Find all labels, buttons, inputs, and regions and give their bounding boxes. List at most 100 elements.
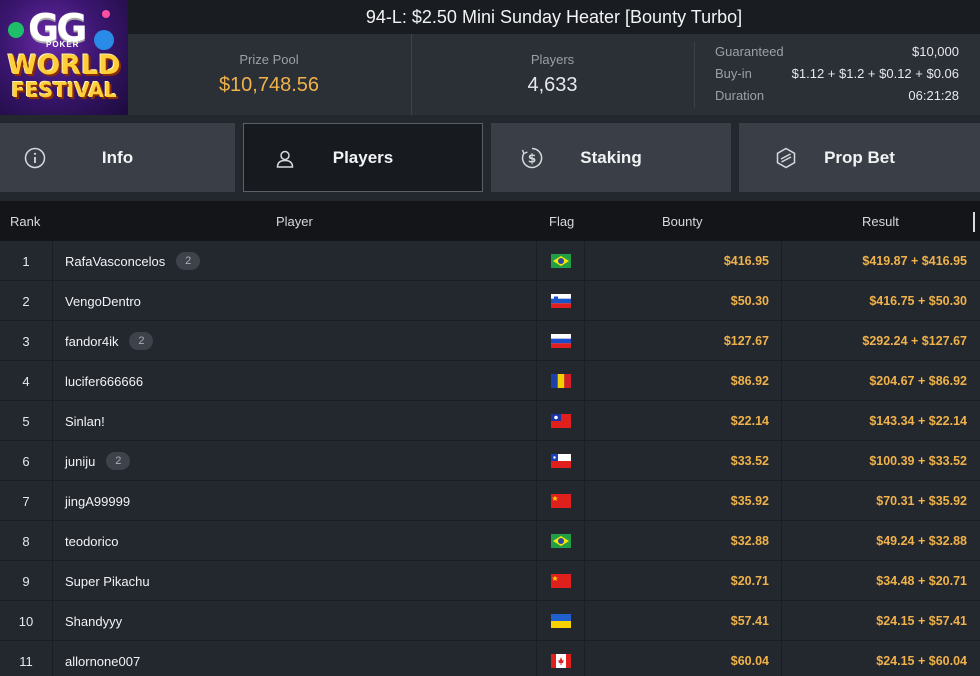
guaranteed-value: $10,000 [912, 44, 959, 59]
result-cell: $204.67 + $86.92 [781, 361, 980, 401]
player-cell[interactable]: VengoDentro [52, 281, 536, 321]
table-row[interactable]: 1 RafaVasconcelos 2 $416.95 $419.87 + $416.9… [0, 241, 980, 281]
rank-cell: 3 [22, 333, 30, 349]
result-cell: $34.48 + $20.71 [781, 561, 980, 601]
rank-cell: 1 [22, 253, 30, 269]
column-flag[interactable]: Flag [549, 214, 574, 229]
flag-cell [536, 561, 584, 601]
player-cell[interactable]: Shandyyy [52, 601, 536, 641]
flag-cell [536, 281, 584, 321]
result-cell: $292.24 + $127.67 [781, 321, 980, 361]
table-row[interactable]: 8 teodorico $32.88 $49.24 + $32.88 [0, 521, 980, 561]
bounty-cell: $32.88 [584, 521, 781, 561]
table-row[interactable]: 2 VengoDentro $50.30 $416.75 + $50.30 [0, 281, 980, 321]
slovenia-flag-icon [550, 294, 571, 308]
table-row[interactable]: 11 allornone007 $60.04 $24.15 + $60.04 [0, 641, 980, 676]
brazil-flag-icon [550, 534, 571, 548]
brazil-flag-icon [550, 254, 571, 268]
rank-cell: 2 [22, 293, 30, 309]
table-row[interactable]: 9 Super Pikachu $20.71 $34.48 + $20.71 [0, 561, 980, 601]
entries-badge: 2 [106, 452, 131, 470]
buyin-value: $1.12 + $1.2 + $0.12 + $0.06 [791, 66, 959, 81]
result-cell: $24.15 + $57.41 [781, 601, 980, 641]
flag-cell [536, 641, 584, 676]
player-name: teodorico [65, 533, 119, 549]
entries-badge: 2 [129, 332, 154, 350]
bounty-cell: $50.30 [584, 281, 781, 321]
result-cell: $24.15 + $60.04 [781, 641, 980, 676]
player-cell[interactable]: teodorico [52, 521, 536, 561]
player-name: Super Pikachu [65, 573, 150, 589]
china-flag-icon [550, 574, 571, 588]
result-cell: $70.31 + $35.92 [781, 481, 980, 521]
bounty-cell: $416.95 [584, 241, 781, 281]
flag-cell [536, 321, 584, 361]
result-cell: $100.39 + $33.52 [781, 441, 980, 481]
china-flag-icon [550, 494, 571, 508]
tab-info-label: Info [101, 147, 134, 167]
table-row[interactable]: 5 Sinlan! $22.14 $143.34 + $22.14 [0, 401, 980, 441]
bounty-cell: $127.67 [584, 321, 781, 361]
player-cell[interactable]: juniju 2 [52, 441, 536, 481]
rank-cell: 7 [22, 493, 30, 509]
guaranteed-label: Guaranteed [715, 44, 784, 59]
player-name: lucifer666666 [65, 373, 144, 389]
tab-bar: Info Players $ Staking Prop Bet [0, 115, 980, 201]
table-row[interactable]: 6 juniju 2 $33.52 $100.39 + $33.52 [0, 441, 980, 481]
table-row[interactable]: 10 Shandyyy $57.41 $24.15 + $57.41 [0, 601, 980, 641]
rank-cell: 5 [22, 413, 30, 429]
scrollbar-thumb[interactable] [973, 212, 975, 232]
player-cell[interactable]: Sinlan! [52, 401, 536, 441]
player-cell[interactable]: lucifer666666 [52, 361, 536, 401]
flag-cell [536, 441, 584, 481]
flag-cell [536, 521, 584, 561]
result-cell: $49.24 + $32.88 [781, 521, 980, 561]
prize-pool-value: $10,748.56 [218, 74, 320, 96]
player-cell[interactable]: fandor4ik 2 [52, 321, 536, 361]
column-bounty[interactable]: Bounty [662, 214, 702, 229]
flag-cell [536, 601, 584, 641]
column-player[interactable]: Player [276, 214, 313, 229]
title-bar: 94-L: $2.50 Mini Sunday Heater [Bounty T… [128, 0, 980, 34]
players-value: 4,633 [527, 74, 578, 96]
bounty-cell: $33.52 [584, 441, 781, 481]
bounty-cell: $22.14 [584, 401, 781, 441]
buyin-row: Buy-in $1.12 + $1.2 + $0.12 + $0.06 [715, 66, 959, 86]
player-cell[interactable]: jingA99999 [52, 481, 536, 521]
column-rank[interactable]: Rank [10, 214, 40, 229]
svg-text:$: $ [528, 152, 536, 166]
players-table-body: 1 RafaVasconcelos 2 $416.95 $419.87 + $416.9… [0, 241, 980, 676]
flag-cell [536, 241, 584, 281]
tab-info[interactable]: Info [0, 123, 235, 192]
tab-players[interactable]: Players [243, 123, 483, 192]
result-cell: $416.75 + $50.30 [781, 281, 980, 321]
table-row[interactable]: 4 lucifer666666 $86.92 $204.67 + $86.92 [0, 361, 980, 401]
player-name: juniju [65, 453, 96, 469]
tab-prop-bet[interactable]: Prop Bet [739, 123, 980, 192]
flag-cell [536, 401, 584, 441]
prize-pool-stat: Prize Pool $10,748.56 [128, 34, 410, 115]
players-stat: Players 4,633 [411, 34, 693, 115]
table-header: Rank Player Flag Bounty Result [0, 201, 980, 241]
tournament-summary: Prize Pool $10,748.56 Players 4,633 Guar… [128, 34, 980, 115]
tournament-details: Guaranteed $10,000 Buy-in $1.12 + $1.2 +… [694, 42, 980, 108]
column-result[interactable]: Result [862, 214, 899, 229]
player-name: fandor4ik [65, 333, 119, 349]
flag-cell [536, 361, 584, 401]
duration-value: 06:21:28 [908, 88, 959, 103]
bounty-cell: $20.71 [584, 561, 781, 601]
table-row[interactable]: 7 jingA99999 $35.92 $70.31 + $35.92 [0, 481, 980, 521]
player-name: allornone007 [65, 653, 141, 669]
guaranteed-row: Guaranteed $10,000 [715, 44, 959, 64]
duration-row: Duration 06:21:28 [715, 88, 959, 108]
rank-cell: 4 [22, 373, 30, 389]
player-name: VengoDentro [65, 293, 141, 309]
table-row[interactable]: 3 fandor4ik 2 $127.67 $292.24 + $127.67 [0, 321, 980, 361]
buyin-label: Buy-in [715, 66, 752, 81]
player-cell[interactable]: allornone007 [52, 641, 536, 676]
tab-staking[interactable]: $ Staking [491, 123, 731, 192]
player-cell[interactable]: RafaVasconcelos 2 [52, 241, 536, 281]
player-name: RafaVasconcelos [65, 253, 166, 269]
player-cell[interactable]: Super Pikachu [52, 561, 536, 601]
bounty-cell: $60.04 [584, 641, 781, 676]
